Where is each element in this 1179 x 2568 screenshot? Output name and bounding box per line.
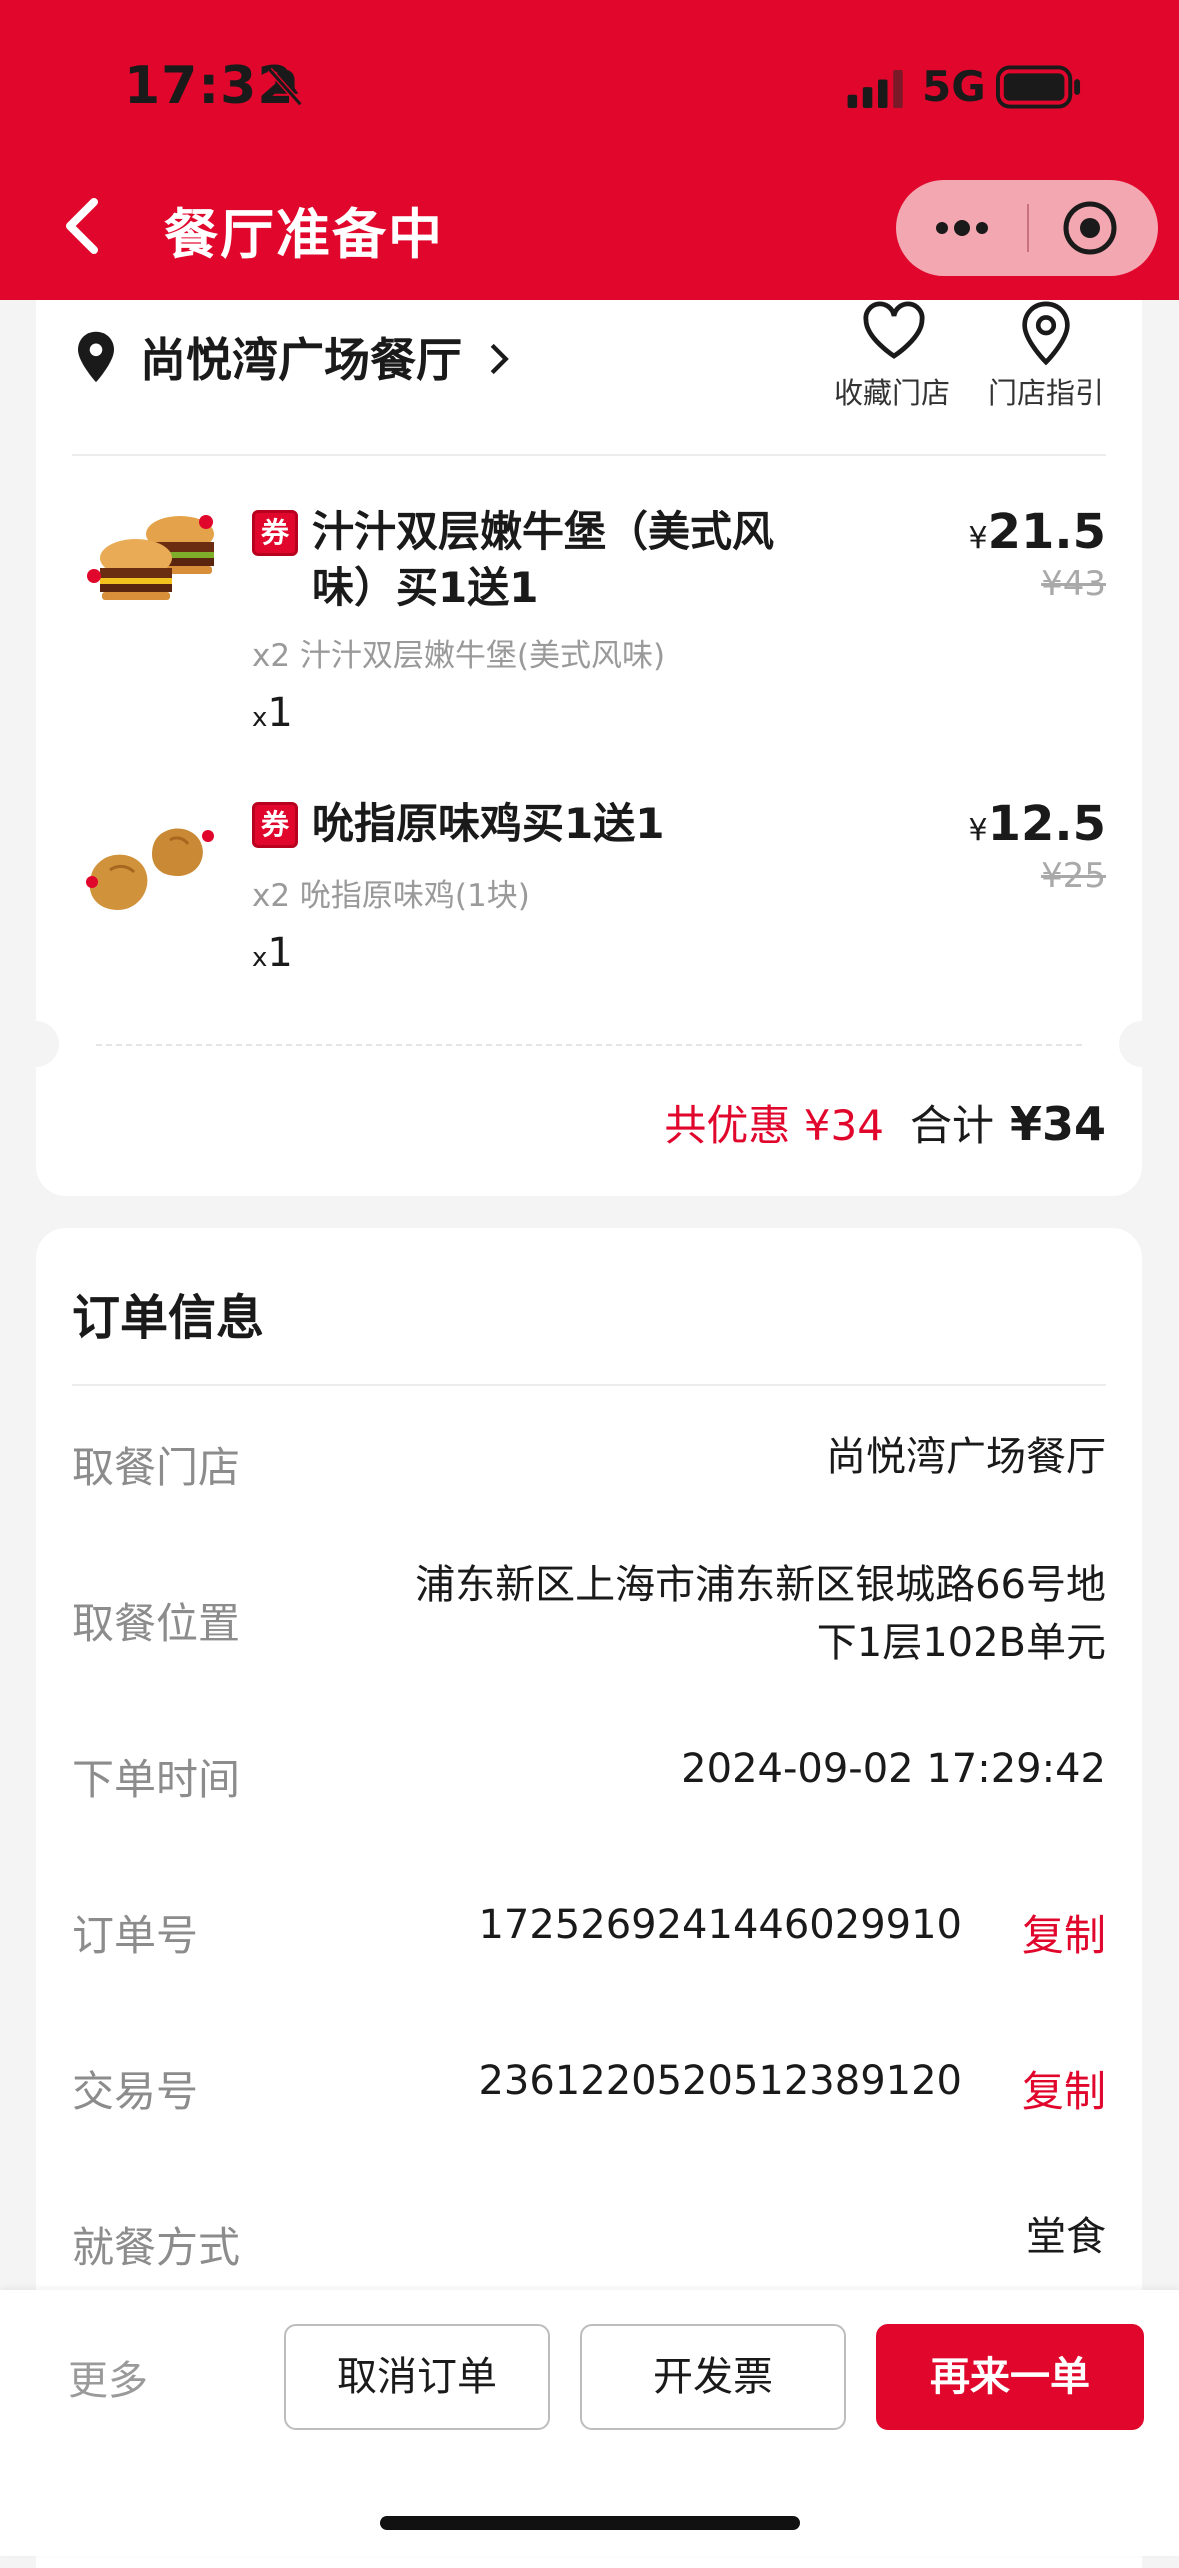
store-guide-pin-icon[interactable] xyxy=(1018,300,1074,366)
discount-text: 共优惠 ¥34 xyxy=(664,1101,884,1150)
burger-image xyxy=(87,515,214,600)
transaction-number-value: 2361220520512389120 xyxy=(478,2058,962,2104)
original-price: ¥43 xyxy=(1041,564,1106,604)
app-header: 17:32 5G 餐厅准备中 xyxy=(0,0,1179,300)
cancel-order-button[interactable]: 取消订单 xyxy=(284,2324,550,2430)
price-symbol: ¥ xyxy=(968,813,988,848)
order-time-value: 2024-09-02 17:29:42 xyxy=(681,1746,1106,1792)
coupon-badge: 券 xyxy=(252,510,298,556)
home-indicator xyxy=(380,2516,800,2530)
store-name[interactable]: 尚悦湾广场餐厅 xyxy=(140,324,462,390)
order-number-value: 1725269241446029910 xyxy=(478,1902,962,1948)
chevron-right-icon[interactable] xyxy=(488,342,510,376)
coupon-badge: 券 xyxy=(252,802,298,848)
section-title: 订单信息 xyxy=(72,1290,265,1346)
price-symbol: ¥ xyxy=(968,521,988,556)
pickup-location-label: 取餐位置 xyxy=(72,1599,241,1648)
favorite-store-label[interactable]: 收藏门店 xyxy=(834,370,950,412)
ticket-notch-left xyxy=(13,1021,59,1067)
ticket-notch-right xyxy=(1119,1021,1165,1067)
capsule-divider xyxy=(1027,204,1029,252)
total-label: 合计 xyxy=(909,1101,994,1150)
invoice-button[interactable]: 开发票 xyxy=(580,2324,846,2430)
order-number-label: 订单号 xyxy=(72,1911,199,1960)
dining-mode-value: 堂食 xyxy=(1026,2214,1106,2260)
close-miniapp-icon[interactable] xyxy=(1060,198,1120,258)
page-title: 餐厅准备中 xyxy=(164,203,444,266)
more-button[interactable]: 更多 xyxy=(68,2348,148,2406)
copy-order-number-button[interactable]: 复制 xyxy=(1022,1902,1106,1963)
pickup-location-line2: 下1层102B单元 xyxy=(816,1620,1106,1666)
total-amount: ¥34 xyxy=(1009,1097,1106,1151)
order-items-card: 尚悦湾广场餐厅 收藏门店 门店指引 券 汁汁双层嫩牛堡（美式风 味）买1送1 x… xyxy=(13,300,1165,1196)
price-value: 12.5 xyxy=(987,796,1106,852)
back-chevron-icon[interactable] xyxy=(58,196,106,256)
pickup-store-label: 取餐门店 xyxy=(72,1443,241,1492)
qty-prefix: x xyxy=(252,703,268,733)
pickup-location-value: 浦东新区上海市浦东新区银城路66号地 下1层102B单元 xyxy=(415,1556,1106,1672)
signal-icon xyxy=(847,70,903,108)
store-guide-label[interactable]: 门店指引 xyxy=(988,370,1104,412)
item-name: 汁汁双层嫩牛堡（美式风 味）买1送1 xyxy=(312,504,812,616)
order-time-label: 下单时间 xyxy=(72,1755,241,1804)
miniapp-capsule xyxy=(896,180,1158,276)
copy-transaction-number-button[interactable]: 复制 xyxy=(1022,2058,1106,2119)
qty-value: 1 xyxy=(267,930,293,976)
item-price: ¥21.5 xyxy=(968,504,1106,560)
item-price: ¥12.5 xyxy=(968,796,1106,852)
qty-prefix: x xyxy=(252,943,268,973)
item-quantity: x1 xyxy=(252,930,293,976)
location-pin-icon xyxy=(78,331,114,383)
pickup-store-value: 尚悦湾广场餐厅 xyxy=(826,1434,1106,1480)
item-name-line2: 味）买1送1 xyxy=(312,563,539,612)
pickup-location-line1: 浦东新区上海市浦东新区银城路66号地 xyxy=(415,1562,1106,1608)
item-quantity: x1 xyxy=(252,690,293,736)
price-summary: 共优惠 ¥34 合计 ¥34 xyxy=(664,1092,1106,1153)
price-value: 21.5 xyxy=(987,504,1106,560)
qty-value: 1 xyxy=(267,690,293,736)
dining-mode-label: 就餐方式 xyxy=(72,2223,241,2272)
bottom-action-bar: 更多 取消订单 开发票 再来一单 xyxy=(0,2290,1179,2556)
divider xyxy=(72,1384,1106,1386)
item-detail: x2 吮指原味鸡(1块) xyxy=(252,878,530,914)
original-price: ¥25 xyxy=(1041,856,1106,896)
item-name-line1: 汁汁双层嫩牛堡（美式风 xyxy=(312,507,775,556)
transaction-number-label: 交易号 xyxy=(72,2067,199,2116)
dashed-divider xyxy=(96,1044,1082,1046)
battery-icon xyxy=(996,65,1081,109)
heart-icon[interactable] xyxy=(862,300,926,360)
item-detail: x2 汁汁双层嫩牛堡(美式风味) xyxy=(252,638,666,674)
item-name: 吮指原味鸡买1送1 xyxy=(312,799,665,848)
reorder-button[interactable]: 再来一单 xyxy=(876,2324,1144,2430)
network-type: 5G xyxy=(922,62,986,111)
divider xyxy=(72,454,1106,456)
more-dots-icon[interactable] xyxy=(930,210,994,246)
fried-chicken-image xyxy=(86,828,214,910)
mute-bell-icon xyxy=(267,67,303,107)
